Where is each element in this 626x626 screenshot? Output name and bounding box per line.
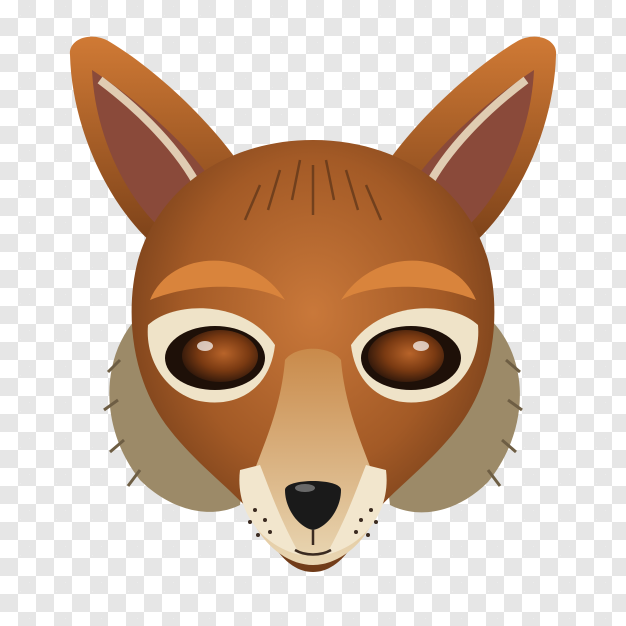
- right-eye: [361, 326, 461, 390]
- fox-mask: [69, 36, 557, 572]
- left-eye: [165, 326, 265, 390]
- transparent-checkerboard-background: [0, 0, 626, 626]
